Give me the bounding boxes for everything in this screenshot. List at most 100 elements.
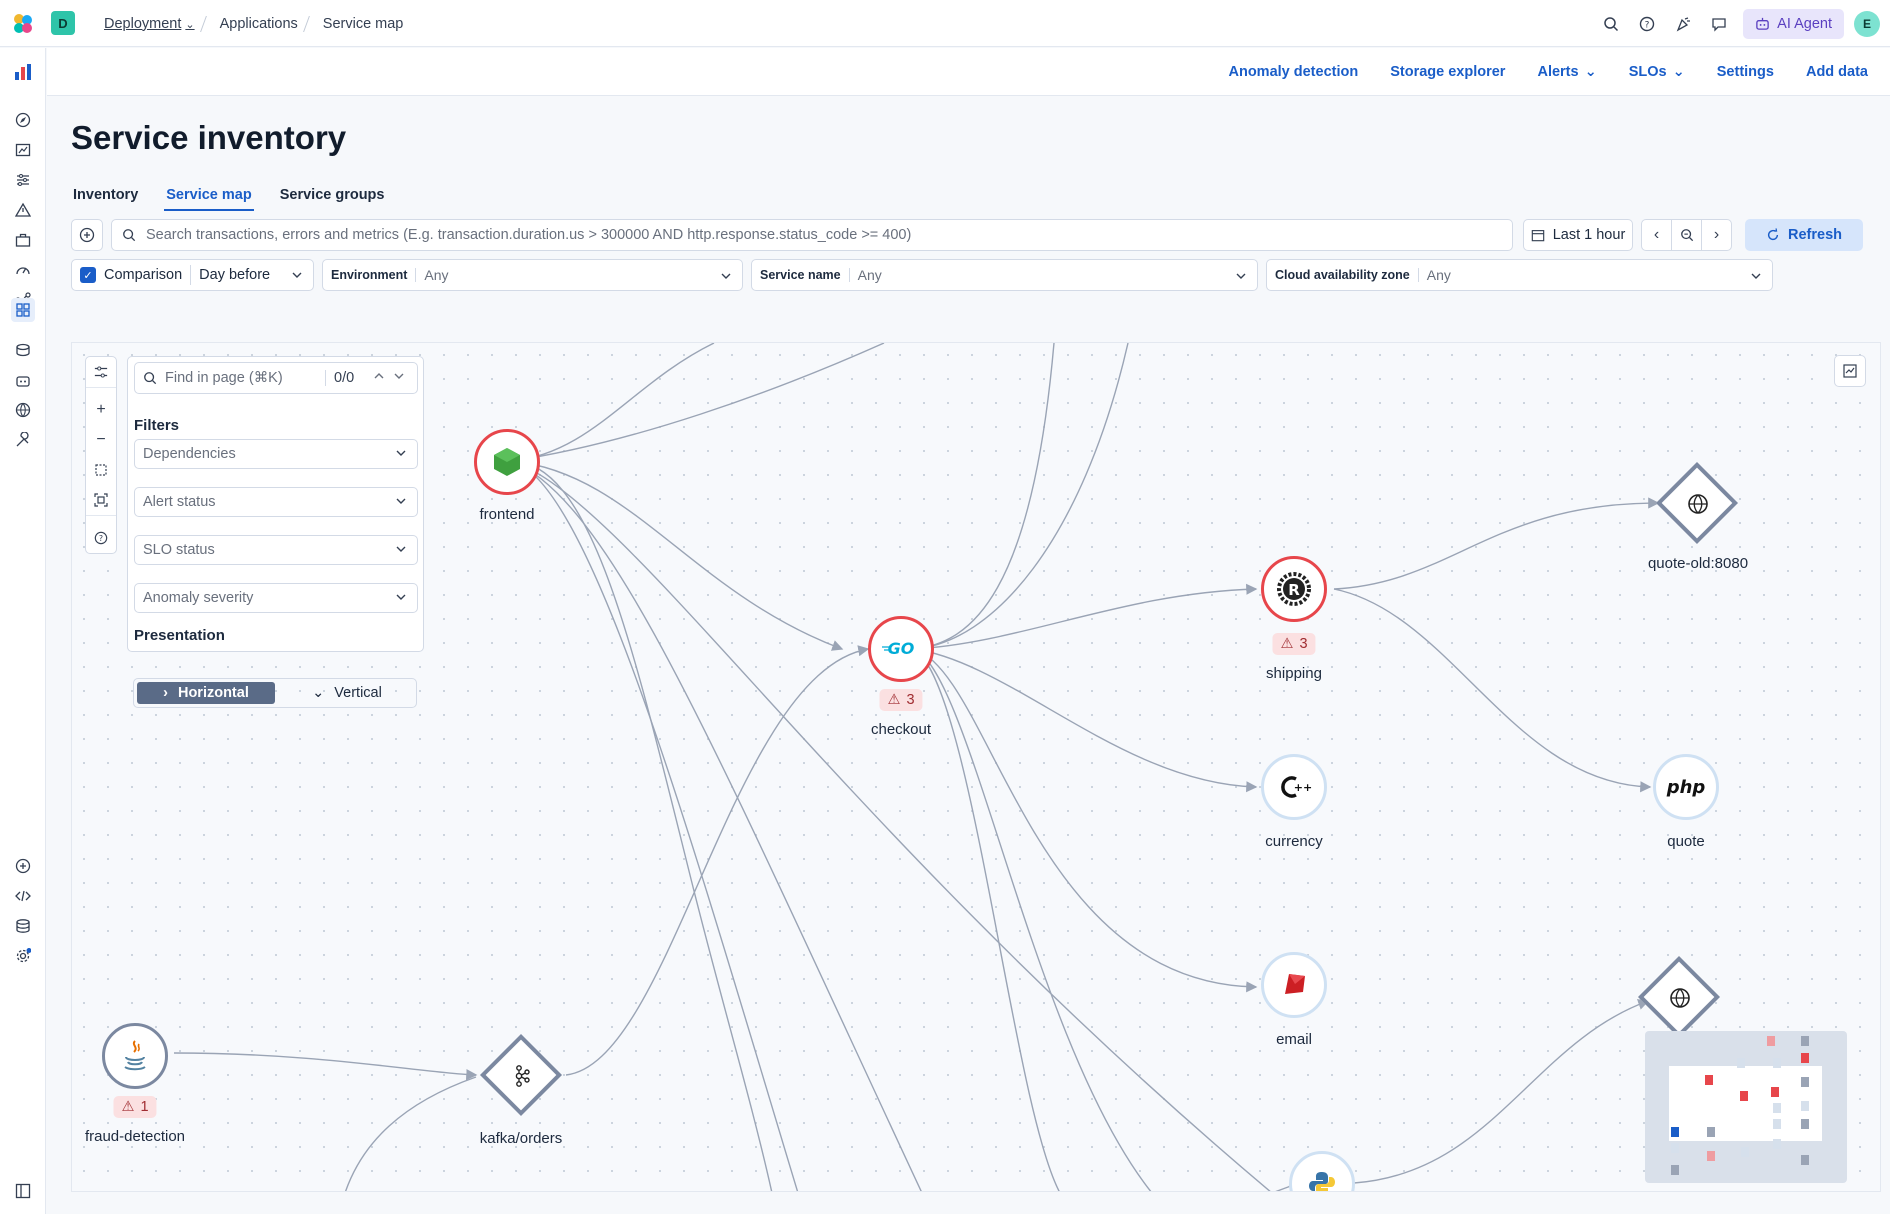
help-icon[interactable]: ? bbox=[1629, 6, 1665, 42]
zoom-out-button[interactable] bbox=[1671, 219, 1702, 251]
avatar[interactable]: E bbox=[1854, 10, 1880, 37]
slo-gauge-icon[interactable] bbox=[11, 258, 35, 282]
settings-gear-icon[interactable] bbox=[11, 944, 35, 968]
slos-menu[interactable]: SLOs ⌄ bbox=[1629, 64, 1685, 80]
search-icon[interactable] bbox=[1593, 6, 1629, 42]
fullscreen-button[interactable] bbox=[1834, 355, 1866, 387]
breadcrumb-deployment[interactable]: Deployment ⌄ bbox=[88, 16, 203, 32]
service-name-value: Any bbox=[857, 267, 882, 283]
minimap-node bbox=[1740, 1091, 1748, 1101]
dependencies-select[interactable]: Dependencies bbox=[134, 439, 418, 469]
minimap-node bbox=[1671, 1127, 1679, 1137]
frontend-circle[interactable] bbox=[474, 429, 540, 495]
dashboard-icon[interactable] bbox=[11, 138, 35, 162]
horizontal-option[interactable]: › Horizontal bbox=[137, 682, 275, 704]
minimap-node bbox=[1801, 1155, 1809, 1165]
tab-service-map[interactable]: Service map bbox=[164, 179, 254, 211]
header-actions: ? AI Agent E bbox=[1593, 0, 1890, 47]
app-menu-bar: Anomaly detection Storage explorer Alert… bbox=[47, 48, 1890, 96]
checkout-circle[interactable]: GO bbox=[868, 616, 934, 682]
email-circle[interactable] bbox=[1261, 952, 1327, 1018]
settings-sliders-icon[interactable] bbox=[86, 357, 116, 387]
fraud-detection-circle[interactable] bbox=[102, 1023, 168, 1089]
streams-icon[interactable] bbox=[11, 168, 35, 192]
collapse-nav-icon[interactable] bbox=[11, 1179, 35, 1203]
anomaly-severity-select[interactable]: Anomaly severity bbox=[134, 583, 418, 613]
zoom-out-button[interactable]: − bbox=[86, 425, 116, 455]
select-area-button[interactable] bbox=[86, 455, 116, 485]
anomaly-detection-link[interactable]: Anomaly detection bbox=[1229, 64, 1359, 80]
zoom-in-button[interactable]: + bbox=[86, 395, 116, 425]
add-data-link[interactable]: Add data bbox=[1806, 64, 1868, 80]
map-filter-panel: Find in page (⌘K) 0/0 Filters Dependenci… bbox=[127, 356, 424, 652]
date-picker-button[interactable]: Last 1 hour bbox=[1523, 219, 1633, 251]
synthetics-icon[interactable] bbox=[11, 398, 35, 422]
environment-value: Any bbox=[424, 267, 449, 283]
search-icon bbox=[123, 229, 136, 242]
currency-circle[interactable]: ++ bbox=[1261, 754, 1327, 820]
wrench-icon[interactable] bbox=[11, 428, 35, 452]
alerts-menu[interactable]: Alerts ⌄ bbox=[1537, 64, 1596, 80]
alert-badge[interactable]: ⚠ 3 bbox=[879, 689, 923, 711]
environment-select[interactable]: Environment Any bbox=[322, 259, 743, 291]
infrastructure-icon[interactable] bbox=[11, 338, 35, 362]
breadcrumb-service-map: Service map bbox=[322, 15, 404, 32]
chevron-left-icon: ‹ bbox=[1653, 226, 1660, 243]
top-header: D Deployment ⌄ Applications Service map ?… bbox=[0, 0, 1890, 47]
svg-text:GO: GO bbox=[888, 639, 915, 658]
add-filter-button[interactable] bbox=[71, 219, 103, 251]
find-in-page-input[interactable]: Find in page (⌘K) 0/0 bbox=[134, 362, 418, 394]
settings-link[interactable]: Settings bbox=[1717, 64, 1774, 80]
chevron-up-icon[interactable] bbox=[373, 370, 385, 386]
quote-label: quote bbox=[1667, 833, 1705, 850]
minimap-viewport bbox=[1669, 1066, 1822, 1141]
add-icon[interactable] bbox=[11, 854, 35, 878]
alert-status-select[interactable]: Alert status bbox=[134, 487, 418, 517]
environment-label: Environment bbox=[331, 268, 417, 282]
observability-logo-icon[interactable] bbox=[11, 60, 35, 84]
shipping-circle[interactable]: R bbox=[1261, 556, 1327, 622]
minimap-node bbox=[1707, 1127, 1715, 1137]
search-input[interactable]: Search transactions, errors and metrics … bbox=[111, 219, 1513, 251]
previous-range-button[interactable]: ‹ bbox=[1641, 219, 1672, 251]
applications-icon[interactable] bbox=[11, 298, 35, 322]
fit-view-button[interactable] bbox=[86, 485, 116, 515]
tab-service-groups[interactable]: Service groups bbox=[278, 179, 387, 211]
find-placeholder: Find in page (⌘K) bbox=[165, 370, 283, 386]
chat-icon[interactable] bbox=[1701, 6, 1737, 42]
elastic-logo-icon[interactable] bbox=[11, 12, 35, 36]
minimap-node bbox=[1705, 1075, 1713, 1085]
refresh-button[interactable]: Refresh bbox=[1745, 219, 1863, 251]
next-range-button[interactable]: › bbox=[1701, 219, 1732, 251]
ai-agent-button[interactable]: AI Agent bbox=[1743, 8, 1844, 39]
minimap-node bbox=[1801, 1077, 1809, 1087]
date-range-label: Last 1 hour bbox=[1552, 227, 1626, 243]
dev-tools-icon[interactable] bbox=[11, 884, 35, 908]
space-badge[interactable]: D bbox=[51, 11, 75, 35]
slo-status-select[interactable]: SLO status bbox=[134, 535, 418, 565]
cases-icon[interactable] bbox=[11, 228, 35, 252]
help-icon[interactable]: ? bbox=[86, 523, 116, 553]
service-name-select[interactable]: Service name Any bbox=[751, 259, 1258, 291]
chevron-down-icon[interactable] bbox=[393, 370, 405, 386]
minimap-node bbox=[1707, 1151, 1715, 1161]
discover-icon[interactable] bbox=[11, 108, 35, 132]
alerts-icon[interactable] bbox=[11, 198, 35, 222]
slos-menu-label: SLOs bbox=[1628, 64, 1667, 80]
alert-badge[interactable]: ⚠ 3 bbox=[1272, 633, 1316, 655]
checkout-label: checkout bbox=[870, 721, 932, 738]
ai-assistant-icon[interactable] bbox=[11, 368, 35, 392]
service-map-canvas[interactable]: + − ? Find in page (⌘K) 0/0 Filters Depe… bbox=[71, 342, 1881, 1192]
tab-inventory[interactable]: Inventory bbox=[71, 179, 140, 211]
storage-explorer-link[interactable]: Storage explorer bbox=[1390, 64, 1505, 80]
data-management-icon[interactable] bbox=[11, 914, 35, 938]
alert-badge[interactable]: ⚠ 1 bbox=[113, 1096, 157, 1118]
vertical-option[interactable]: ⌄ Vertical bbox=[278, 679, 416, 707]
celebrate-icon[interactable] bbox=[1665, 6, 1701, 42]
minimap[interactable] bbox=[1645, 1031, 1847, 1183]
quote-circle[interactable]: php bbox=[1653, 754, 1719, 820]
comparison-select[interactable]: Day before bbox=[199, 267, 270, 283]
breadcrumb-applications[interactable]: Applications bbox=[204, 16, 306, 32]
comparison-checkbox[interactable]: ✓ bbox=[80, 267, 96, 283]
cloud-zone-select[interactable]: Cloud availability zone Any bbox=[1266, 259, 1773, 291]
